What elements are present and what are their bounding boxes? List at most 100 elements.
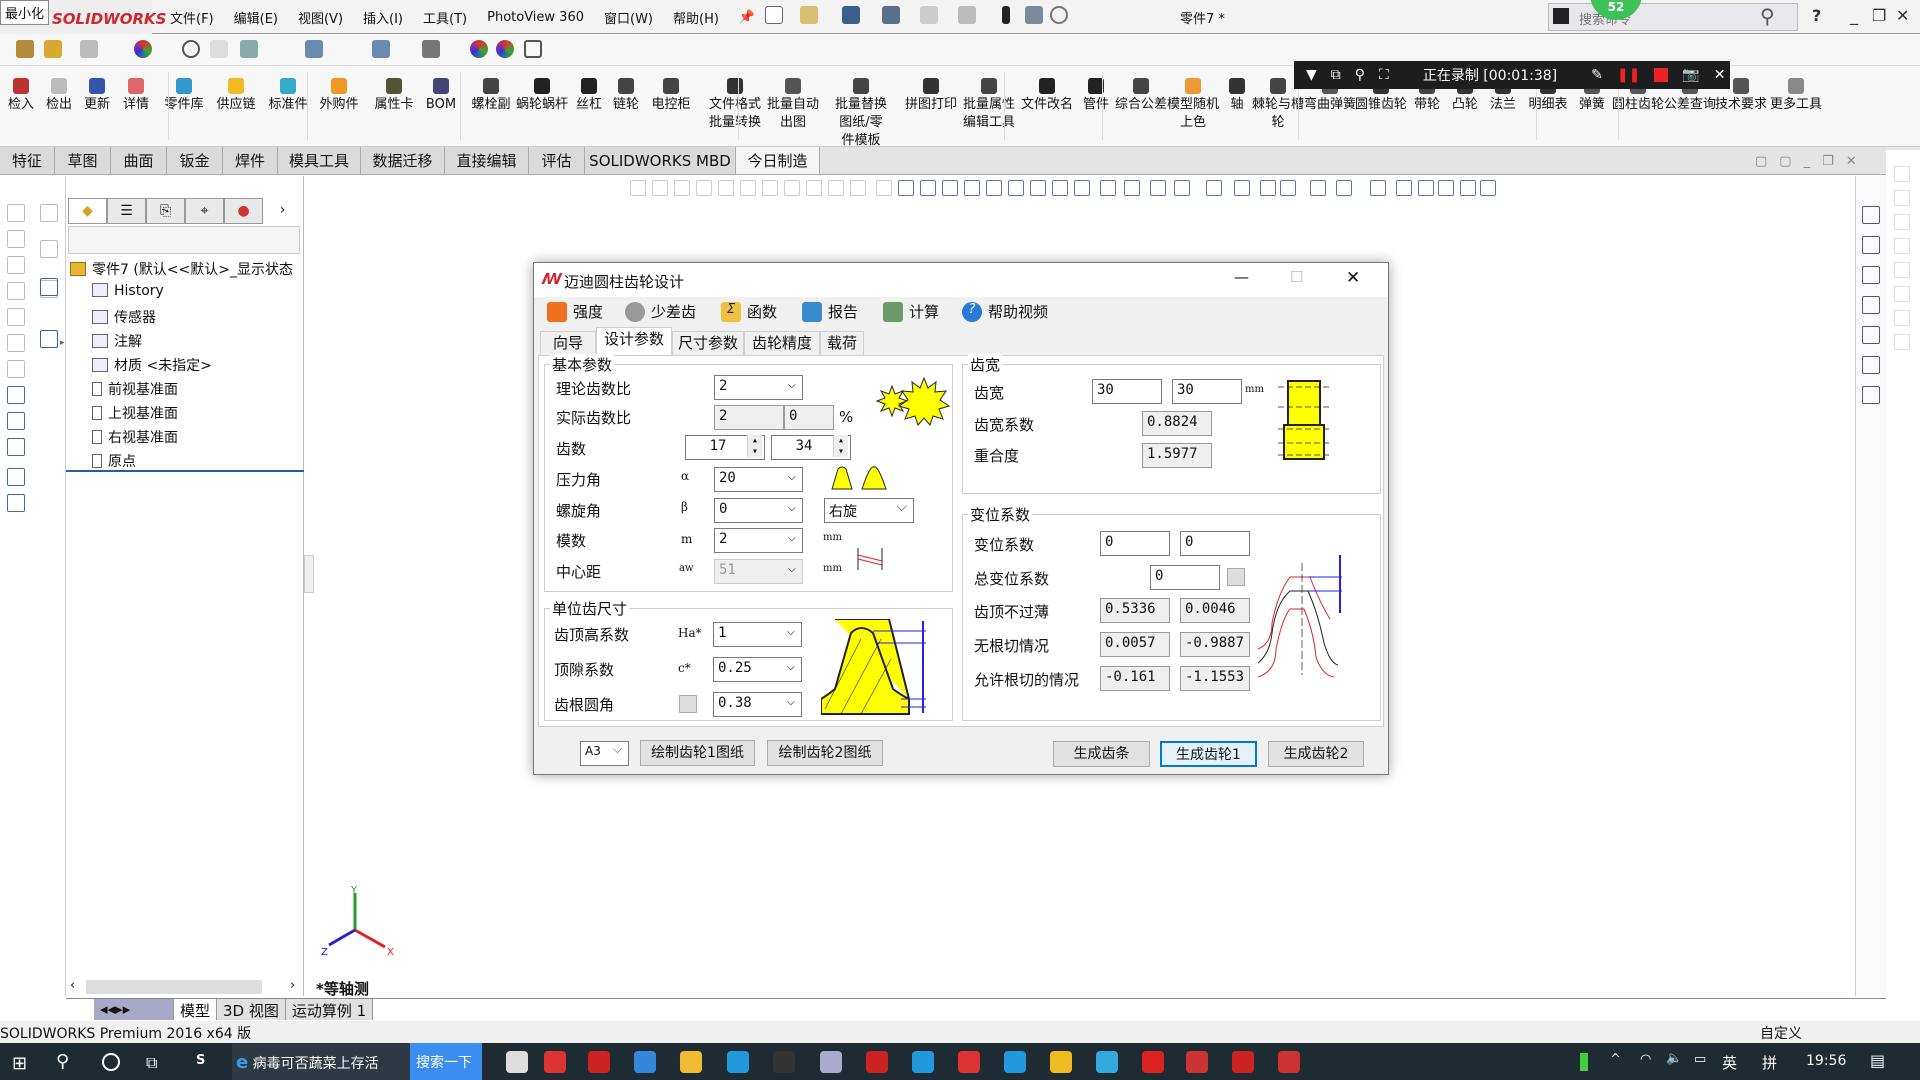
toolbar-small-tooth-diff[interactable]: 少差齿 <box>625 301 696 322</box>
view-tool-icon[interactable] <box>1008 180 1024 196</box>
view-tool-icon[interactable] <box>1310 180 1326 196</box>
view-tool-icon[interactable] <box>920 180 936 196</box>
feature-tree-tab-icon[interactable]: ◆ <box>68 198 108 224</box>
taskbar-app-icon[interactable] <box>1096 1051 1118 1073</box>
view-tool-icon[interactable] <box>850 180 866 196</box>
taskbar-app-icon[interactable] <box>680 1051 702 1073</box>
monitor-icon[interactable] <box>524 40 542 58</box>
tree-item[interactable]: History <box>92 283 164 299</box>
sketch-tool-icon[interactable] <box>40 204 58 222</box>
view-tool-icon[interactable] <box>1396 180 1412 196</box>
properties-icon[interactable] <box>1862 356 1880 374</box>
paper-size-select[interactable]: A3 <box>580 741 629 766</box>
tab-command[interactable]: 曲面 <box>111 147 167 174</box>
taskbar-app-icon[interactable] <box>544 1051 566 1073</box>
minimize-button[interactable]: _ <box>1850 6 1858 25</box>
tool-icon[interactable] <box>7 438 25 456</box>
taskbar-app-icon[interactable] <box>958 1051 980 1073</box>
units-selector[interactable]: 自定义 <box>1760 1023 1802 1043</box>
view-cube-icon[interactable] <box>7 308 25 326</box>
wifi-icon[interactable]: ◠ <box>1640 1052 1651 1067</box>
tab-design-params[interactable]: 设计参数 <box>596 327 672 355</box>
camera-icon[interactable]: 📷 <box>1682 67 1699 83</box>
view-tool-icon[interactable] <box>1418 180 1434 196</box>
view-tool-icon[interactable] <box>718 180 734 196</box>
notification-center-icon[interactable]: ▤ <box>1870 1051 1885 1070</box>
pause-icon[interactable]: ❚❚ <box>1617 67 1640 83</box>
toolbar-help-video[interactable]: ? 帮助视频 <box>962 301 1048 322</box>
ribbon-item[interactable]: 螺栓副 <box>463 78 519 114</box>
display-manager-tab-icon[interactable]: ● <box>224 198 264 224</box>
ribbon-item[interactable]: 批量属性编辑工具 <box>961 78 1017 132</box>
appearance-icon[interactable] <box>1862 326 1880 344</box>
sketch-tool-icon[interactable] <box>1894 190 1910 206</box>
folder-icon[interactable] <box>1862 266 1880 284</box>
view-cube-icon[interactable] <box>7 204 25 222</box>
app-icon-s[interactable]: S <box>196 1053 205 1068</box>
view-tool-icon[interactable] <box>630 180 646 196</box>
view-tool-icon[interactable] <box>1280 180 1296 196</box>
tree-item[interactable]: 上视基准面 <box>92 403 178 423</box>
ribbon-item[interactable]: 电控柜 <box>643 78 699 114</box>
edit-appearance-icon[interactable] <box>470 40 488 58</box>
ribbon-item[interactable]: 批量替换图纸/零件模板 <box>833 78 889 150</box>
ime-language[interactable]: 英 <box>1722 1052 1737 1073</box>
open-file-icon[interactable] <box>800 6 818 24</box>
forum-icon[interactable] <box>1862 386 1880 404</box>
parts-icon[interactable] <box>1862 236 1880 254</box>
menu-help[interactable]: 帮助(H) <box>663 8 729 27</box>
tab-command[interactable]: 特征 <box>0 147 55 174</box>
view-tool-icon[interactable] <box>1150 180 1166 196</box>
search-icon[interactable]: ⚲ <box>1760 4 1775 28</box>
taskbar-app-icon[interactable] <box>588 1051 610 1073</box>
shift-x1-input[interactable]: 0 <box>1100 531 1170 556</box>
taskbar-app-icon[interactable] <box>1232 1051 1254 1073</box>
display-style-icon[interactable] <box>372 40 390 58</box>
dialog-maximize-button[interactable]: ☐ <box>1290 268 1303 286</box>
task-view-icon[interactable]: ⧉ <box>146 1053 157 1073</box>
tool-icon[interactable] <box>7 494 25 512</box>
total-shift-input[interactable]: 0 <box>1150 565 1220 590</box>
menu-edit[interactable]: 编辑(E) <box>224 8 288 27</box>
view-tool-icon[interactable] <box>1174 180 1190 196</box>
file-properties-icon[interactable] <box>1025 6 1043 24</box>
tab-motion-study[interactable]: 运动算例 1 <box>285 999 374 1020</box>
menu-tools[interactable]: 工具(T) <box>413 8 477 27</box>
keyboard-icon[interactable]: ▭ <box>1694 1052 1706 1067</box>
menu-insert[interactable]: 插入(I) <box>353 8 413 27</box>
sketch-tool-icon[interactable] <box>1894 310 1910 326</box>
cortana-icon[interactable] <box>102 1053 120 1071</box>
tab-command[interactable]: 今日制造 <box>736 147 820 174</box>
shift-x2-input[interactable]: 0 <box>1180 531 1250 556</box>
view-tool-icon[interactable] <box>1074 180 1090 196</box>
view-tool-icon[interactable] <box>674 180 690 196</box>
home-icon[interactable] <box>1862 206 1880 224</box>
stop-icon[interactable] <box>1654 68 1669 82</box>
pressure-angle-select[interactable]: 20 <box>714 467 803 492</box>
scroll-thumb[interactable] <box>86 980 262 994</box>
taskbar-app-icon[interactable] <box>634 1051 656 1073</box>
teeth-z1-stepper[interactable]: 17 <box>685 435 765 460</box>
view-tool-icon[interactable] <box>1336 180 1352 196</box>
root-fillet-checkbox[interactable] <box>679 695 697 713</box>
total-shift-checkbox[interactable] <box>1227 568 1245 586</box>
view-tool-icon[interactable] <box>1030 180 1046 196</box>
browser-task[interactable]: e 病毒可否蔬菜上存活 <box>232 1043 410 1080</box>
taskbar-app-icon[interactable] <box>773 1051 795 1073</box>
ribbon-item[interactable]: 文件改名 <box>1019 78 1075 114</box>
sketch-tool-icon[interactable] <box>1894 334 1910 350</box>
helix-direction-select[interactable]: 右旋 <box>824 498 914 523</box>
tree-item[interactable]: 注解 <box>92 331 142 351</box>
tree-item[interactable]: 前视基准面 <box>92 379 178 399</box>
tab-command[interactable]: 模具工具 <box>278 147 361 174</box>
view-tool-icon[interactable] <box>1234 180 1250 196</box>
view-tool-icon[interactable] <box>1124 180 1140 196</box>
feature-tree-scrollbar[interactable]: ‹ › <box>66 978 304 996</box>
view-tool-icon[interactable] <box>740 180 756 196</box>
view-tool-icon[interactable] <box>784 180 800 196</box>
traffic-light-icon[interactable] <box>1002 6 1010 24</box>
select-icon[interactable] <box>958 6 976 24</box>
tab-command[interactable]: 草图 <box>55 147 111 174</box>
view-cube-icon[interactable] <box>7 334 25 352</box>
taskbar-app-icon[interactable] <box>912 1051 934 1073</box>
